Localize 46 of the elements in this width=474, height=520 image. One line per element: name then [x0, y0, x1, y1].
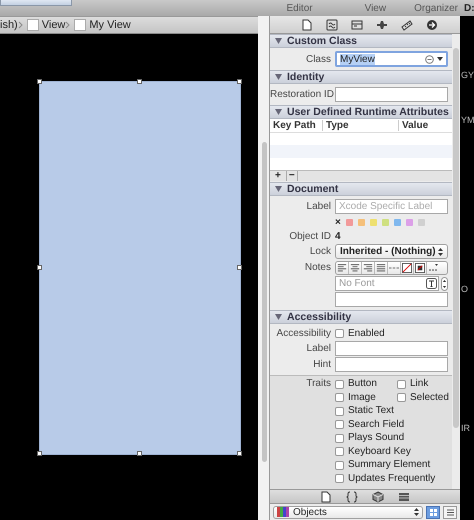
add-button[interactable]: + — [273, 171, 283, 181]
section-header[interactable]: User Defined Runtime Attributes — [270, 105, 452, 119]
breadcrumb-item[interactable]: ish) — [0, 19, 18, 31]
toolbar-label: D: — [464, 2, 474, 14]
checkbox[interactable]: Button — [335, 378, 377, 390]
background-text: YM — [461, 115, 474, 125]
checkbox[interactable]: Plays Sound — [335, 432, 404, 444]
section-header[interactable]: Custom Class — [270, 34, 452, 48]
section-header[interactable]: Accessibility — [270, 310, 452, 324]
background-text: IR — [461, 423, 470, 433]
checkbox[interactable]: Link — [397, 378, 428, 390]
toolbar-label[interactable]: View — [364, 2, 386, 14]
remove-button[interactable]: − — [286, 171, 298, 181]
field-label: Accessibility — [276, 328, 331, 339]
checkbox[interactable]: Selected — [397, 392, 449, 404]
class-combo-box[interactable]: MyView — [335, 51, 448, 67]
checkbox[interactable]: Static Text — [335, 405, 394, 417]
field-label: Object ID — [288, 231, 331, 242]
clear-color-button[interactable]: × — [335, 216, 341, 228]
section-header[interactable]: Identity — [270, 70, 452, 84]
checkbox[interactable]: Updates Frequently — [335, 472, 436, 484]
section-header[interactable]: Document — [270, 182, 452, 196]
background-text: GY — [461, 70, 474, 80]
field-label: Traits — [305, 378, 331, 390]
library-popup[interactable]: Objects — [273, 506, 423, 518]
column-header[interactable]: Key Path — [270, 120, 322, 131]
breadcrumb-item[interactable]: View — [42, 19, 66, 31]
lock-popup[interactable]: Inherited - (Nothing) — [335, 244, 448, 259]
breadcrumb-item[interactable]: My View — [89, 19, 131, 31]
checkbox[interactable]: Keyboard Key — [335, 446, 411, 458]
field-label: Restoration ID — [270, 89, 331, 100]
field-label: Lock — [308, 246, 331, 257]
column-header[interactable]: Type — [322, 120, 398, 131]
checkbox[interactable]: Search Field — [335, 418, 404, 430]
checkbox[interactable]: Summary Element — [335, 459, 430, 471]
toolbar-label[interactable]: Organizer — [414, 2, 458, 14]
toolbar-label[interactable]: Editor — [286, 2, 313, 14]
field-label: Class — [304, 54, 331, 64]
object-id-value: 4 — [335, 231, 342, 242]
field-label: Hint — [312, 359, 331, 370]
checkbox[interactable]: Enabled — [335, 328, 448, 340]
field-label: Label — [306, 201, 331, 212]
background-text: O — [461, 284, 468, 294]
field-label: Notes — [304, 262, 331, 273]
field-label: Label — [306, 343, 331, 354]
checkbox[interactable]: Image — [335, 392, 376, 404]
